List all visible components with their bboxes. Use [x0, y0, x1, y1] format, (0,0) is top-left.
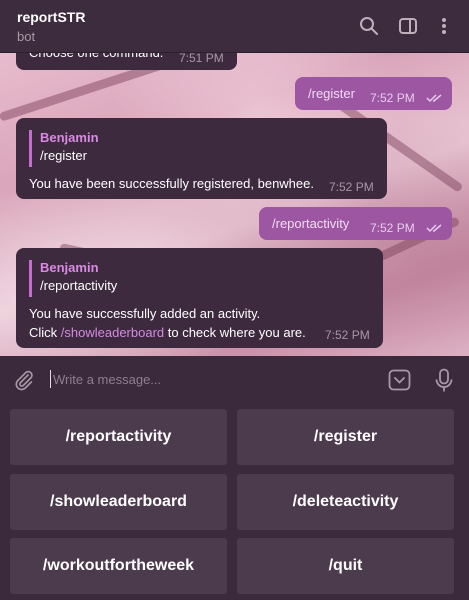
bot-reply-keyboard: /reportactivity /register /showleaderboa… — [0, 403, 469, 600]
more-vertical-icon[interactable] — [434, 16, 454, 36]
message-incoming[interactable]: Choose one command. 7:51 PM — [16, 53, 237, 70]
quote-text: /reportactivity — [40, 278, 118, 293]
message-outgoing[interactable]: /reportactivity 7:52 PM — [259, 207, 452, 240]
microphone-icon[interactable] — [434, 368, 454, 393]
paperclip-icon[interactable] — [13, 369, 35, 391]
message-incoming[interactable]: Benjamin /register You have been success… — [16, 118, 387, 199]
message-text: /reportactivity — [272, 216, 350, 231]
command-button-reportactivity[interactable]: /reportactivity — [10, 409, 227, 465]
message-text: Choose one command. — [29, 53, 163, 62]
message-time: 7:52 PM — [325, 328, 370, 342]
leaderboard-command-link[interactable]: /showleaderboard — [61, 325, 164, 340]
command-button-register[interactable]: /register — [237, 409, 454, 465]
chat-header: reportSTR bot — [0, 0, 469, 53]
sidebar-toggle-icon[interactable] — [398, 16, 418, 36]
quote-text: /register — [40, 148, 87, 163]
reply-quote[interactable]: Benjamin /reportactivity — [29, 260, 117, 297]
message-composer: Write a message... — [0, 356, 469, 403]
search-icon[interactable] — [359, 16, 379, 36]
command-button-quit[interactable]: /quit — [237, 538, 454, 594]
message-outgoing[interactable]: /register 7:52 PM — [295, 77, 452, 110]
message-input[interactable]: Write a message... — [53, 372, 161, 387]
command-button-showleaderboard[interactable]: /showleaderboard — [10, 474, 227, 530]
chat-title[interactable]: reportSTR — [17, 9, 85, 25]
message-text: to check where you are. — [164, 325, 306, 340]
command-button-workoutfortheweek[interactable]: /workoutfortheweek — [10, 538, 227, 594]
message-text: Click — [29, 325, 61, 340]
reply-quote[interactable]: Benjamin /register — [29, 130, 99, 167]
message-incoming[interactable]: Benjamin /reportactivity You have succes… — [16, 248, 383, 348]
message-time: 7:52 PM — [329, 180, 374, 194]
text-cursor — [50, 370, 51, 388]
command-button-deleteactivity[interactable]: /deleteactivity — [237, 474, 454, 530]
message-text: You have successfully added an activity. — [29, 306, 261, 321]
double-check-icon — [426, 224, 442, 233]
message-time: 7:52 PM — [370, 91, 415, 105]
chat-subtitle: bot — [17, 29, 36, 44]
bot-keyboard-icon[interactable] — [388, 369, 411, 391]
message-time: 7:51 PM — [179, 53, 224, 65]
quote-author: Benjamin — [40, 130, 99, 145]
message-text-line: Click /showleaderboard to check where yo… — [29, 323, 306, 342]
quote-author: Benjamin — [40, 260, 99, 275]
message-text: /register — [308, 86, 355, 101]
message-text: You have been successfully registered, b… — [29, 176, 314, 191]
double-check-icon — [426, 94, 442, 103]
chat-message-area[interactable]: Choose one command. 7:51 PM /register 7:… — [0, 53, 469, 356]
message-time: 7:52 PM — [370, 221, 415, 235]
